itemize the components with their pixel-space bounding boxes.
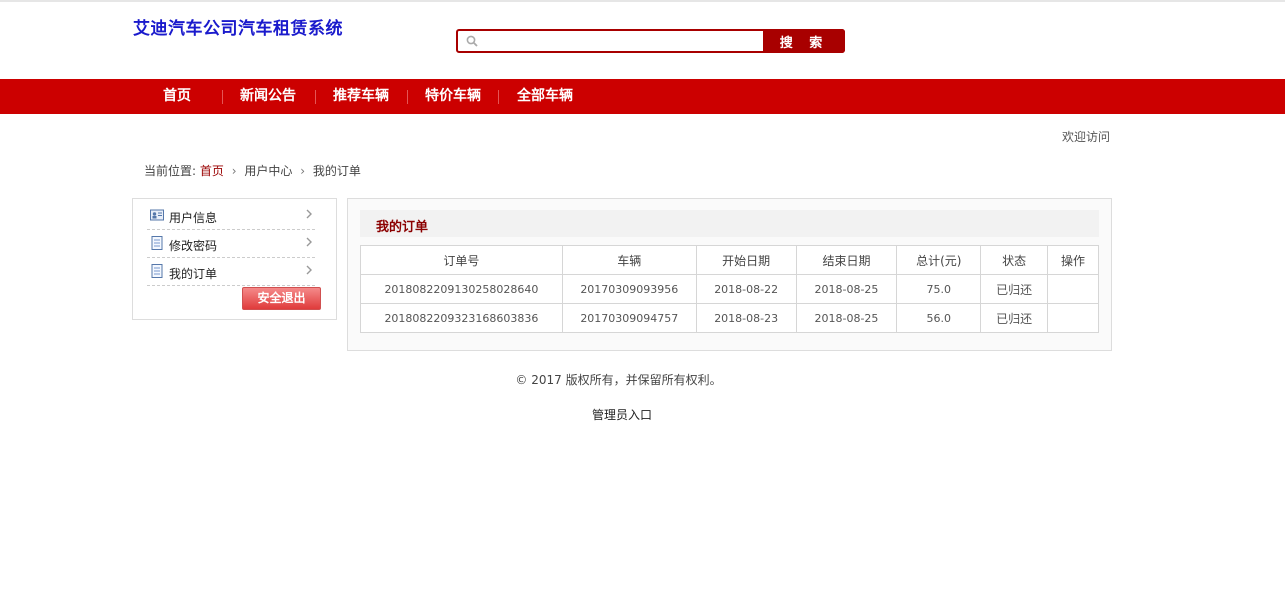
chevron-right-icon: ›: [231, 164, 237, 178]
table-row: 2018082209323168603836 20170309094757 20…: [360, 303, 1099, 333]
breadcrumb-current: 我的订单: [312, 164, 361, 178]
sidebar-item-label: 修改密码: [169, 239, 218, 253]
table-row: 2018082209130258028640 20170309093956 20…: [360, 274, 1099, 304]
column-header: 总计(元): [896, 245, 982, 275]
action-cell: [1047, 303, 1099, 333]
chevron-right-icon: [306, 209, 312, 219]
total-cell: 56.0: [896, 303, 982, 333]
logout-button[interactable]: 安全退出: [242, 287, 321, 310]
user-sidebar: 用户信息 修改密码 我的订单 安全退出: [132, 198, 337, 320]
document-icon: [151, 236, 163, 250]
column-header: 操作: [1047, 245, 1099, 275]
panel-title: 我的订单: [376, 220, 429, 235]
vehicle-cell: 20170309093956: [561, 274, 697, 304]
search-input[interactable]: [484, 32, 764, 50]
nav-separator: [315, 90, 316, 104]
sidebar-item-my-orders[interactable]: 我的订单: [147, 258, 315, 286]
document-icon: [151, 264, 163, 278]
breadcrumb-prefix: 当前位置:: [144, 164, 197, 178]
column-header: 开始日期: [695, 245, 797, 275]
nav-separator: [407, 90, 408, 104]
search-box: 搜 索: [456, 29, 845, 53]
nav-item-all-vehicles[interactable]: 全部车辆: [517, 79, 573, 114]
status-cell: 已归还: [980, 274, 1049, 304]
search-icon: [466, 35, 478, 47]
column-header: 结束日期: [795, 245, 898, 275]
order-number-cell: 2018082209130258028640: [360, 274, 563, 304]
action-cell: [1047, 274, 1099, 304]
footer-copyright: © 2017 版权所有，并保留所有权利。: [515, 373, 722, 387]
column-header: 车辆: [561, 245, 697, 275]
main-nav: 首页 新闻公告 推荐车辆 特价车辆 全部车辆: [0, 79, 1285, 114]
end-date-cell: 2018-08-25: [795, 274, 898, 304]
chevron-right-icon: ›: [300, 164, 306, 178]
table-header-row: 订单号 车辆 开始日期 结束日期 总计(元) 状态 操作: [360, 245, 1099, 275]
column-header: 订单号: [360, 245, 563, 275]
column-header: 状态: [980, 245, 1049, 275]
breadcrumb-home-link[interactable]: 首页: [200, 164, 224, 178]
panel-header: 我的订单: [360, 210, 1099, 237]
nav-item-news[interactable]: 新闻公告: [240, 79, 296, 114]
orders-panel: 我的订单 订单号 车辆 开始日期 结束日期 总计(元) 状态 操作 201808…: [347, 198, 1112, 351]
chevron-right-icon: [306, 237, 312, 247]
top-border: [0, 0, 1285, 2]
nav-separator: [222, 90, 223, 104]
admin-entry-link[interactable]: 管理员入口: [0, 406, 1244, 423]
breadcrumb: 当前位置: 首页 › 用户中心 › 我的订单: [144, 162, 361, 179]
search-button[interactable]: 搜 索: [763, 29, 845, 53]
nav-item-home[interactable]: 首页: [163, 79, 191, 114]
nav-item-recommended[interactable]: 推荐车辆: [333, 79, 389, 114]
status-cell: 已归还: [980, 303, 1049, 333]
orders-table: 订单号 车辆 开始日期 结束日期 总计(元) 状态 操作 20180822091…: [360, 245, 1099, 333]
end-date-cell: 2018-08-25: [795, 303, 898, 333]
start-date-cell: 2018-08-22: [695, 274, 797, 304]
total-cell: 75.0: [896, 274, 982, 304]
sidebar-item-change-password[interactable]: 修改密码: [147, 230, 315, 258]
site-title: 艾迪汽车公司汽车租赁系统: [133, 19, 343, 39]
welcome-text: 欢迎访问: [1062, 130, 1111, 144]
start-date-cell: 2018-08-23: [695, 303, 797, 333]
nav-separator: [498, 90, 499, 104]
breadcrumb-user-center[interactable]: 用户中心: [244, 164, 292, 178]
vehicle-cell: 20170309094757: [561, 303, 697, 333]
sidebar-item-user-info[interactable]: 用户信息: [147, 202, 315, 230]
sidebar-item-label: 用户信息: [169, 211, 218, 225]
nav-item-specials[interactable]: 特价车辆: [425, 79, 481, 114]
user-card-icon: [150, 209, 164, 221]
chevron-right-icon: [306, 265, 312, 275]
sidebar-item-label: 我的订单: [169, 267, 218, 281]
order-number-cell: 2018082209323168603836: [360, 303, 563, 333]
